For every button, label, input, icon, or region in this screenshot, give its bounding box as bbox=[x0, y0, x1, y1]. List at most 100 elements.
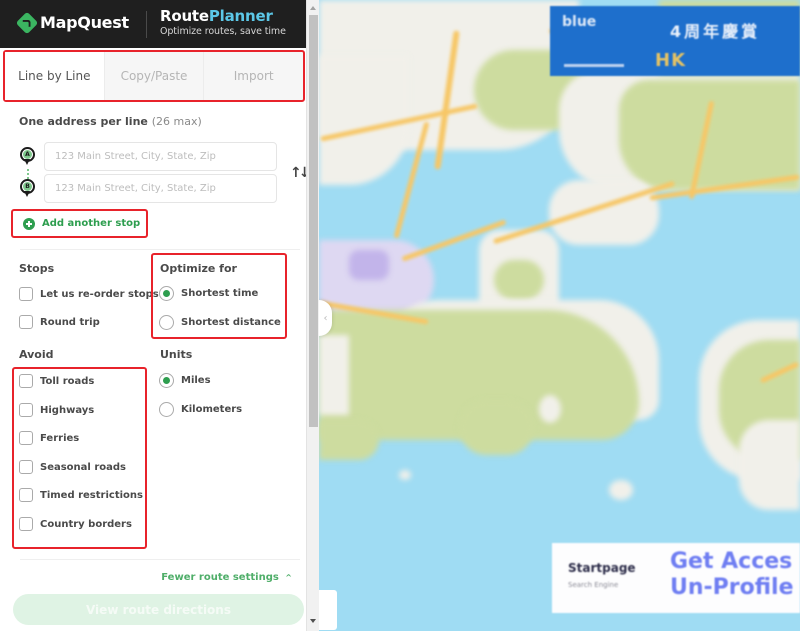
reorder-stops-option[interactable]: Let us re-order stops bbox=[19, 287, 159, 301]
advertisement-banner-bottom[interactable]: Startpage Search Engine Get Acces Un-Pro… bbox=[552, 543, 800, 613]
stops-heading: Stops bbox=[19, 262, 55, 275]
section-divider bbox=[20, 249, 300, 250]
ad-bottom-brand-sub: Search Engine bbox=[568, 581, 619, 589]
kilometers-radio[interactable] bbox=[159, 402, 174, 417]
tagline: Optimize routes, save time bbox=[160, 26, 286, 37]
stop-row-a: A 123 Main Street, City, State, Zip bbox=[20, 142, 277, 171]
route-planner-title-block: RoutePlanner Optimize routes, save time bbox=[160, 8, 286, 38]
toll-roads-label: Toll roads bbox=[40, 375, 95, 387]
round-trip-label: Round trip bbox=[40, 316, 100, 328]
product-title: RoutePlanner bbox=[160, 8, 286, 25]
swap-vertical-icon[interactable]: ↑↓ bbox=[290, 165, 306, 181]
ad-bottom-cta: Get Acces Un-Profile bbox=[670, 549, 794, 601]
round-trip-option[interactable]: Round trip bbox=[19, 315, 100, 329]
input-mode-tabs: Line by Line Copy/Paste Import bbox=[3, 50, 305, 102]
units-kilometers-option[interactable]: Kilometers bbox=[159, 402, 242, 417]
product-title-route: Route bbox=[160, 7, 209, 25]
map-control-button[interactable] bbox=[319, 590, 337, 630]
ad-bottom-brand: Startpage bbox=[568, 561, 636, 575]
shortest-distance-label: Shortest distance bbox=[181, 317, 281, 328]
scrollbar-thumb[interactable] bbox=[309, 15, 318, 427]
map-park bbox=[494, 260, 544, 300]
shortest-time-label: Shortest time bbox=[181, 288, 259, 299]
ad-top-headline: 4周年慶賞 bbox=[670, 22, 761, 41]
map-land bbox=[319, 335, 349, 415]
ad-top-underline bbox=[564, 64, 624, 67]
optimize-heading: Optimize for bbox=[160, 262, 237, 275]
map-island bbox=[609, 480, 633, 500]
advertisement-banner-top[interactable]: blue 4周年慶賞 HK bbox=[550, 6, 800, 76]
seasonal-roads-label: Seasonal roads bbox=[40, 461, 126, 473]
highways-label: Highways bbox=[40, 404, 95, 416]
country-borders-checkbox[interactable] bbox=[19, 517, 33, 531]
seasonal-roads-checkbox[interactable] bbox=[19, 460, 33, 474]
avoid-ferries-option[interactable]: Ferries bbox=[19, 431, 79, 445]
map-island bbox=[539, 395, 561, 423]
map-land bbox=[739, 420, 800, 510]
ad-bottom-cta-line1: Get Acces bbox=[670, 549, 793, 574]
stop-row-b: B 123 Main Street, City, State, Zip bbox=[20, 174, 277, 203]
map-island bbox=[399, 470, 411, 480]
fewer-route-settings-link[interactable]: Fewer route settings ^ bbox=[161, 572, 292, 583]
kilometers-label: Kilometers bbox=[181, 404, 243, 415]
units-miles-option[interactable]: Miles bbox=[159, 373, 211, 388]
country-borders-label: Country borders bbox=[40, 518, 132, 530]
address-heading: One address per line (26 max) bbox=[19, 115, 202, 128]
marker-a-letter: A bbox=[23, 150, 32, 159]
tab-line-by-line[interactable]: Line by Line bbox=[5, 52, 104, 100]
ferries-label: Ferries bbox=[40, 432, 80, 444]
timed-restrictions-checkbox[interactable] bbox=[19, 488, 33, 502]
tab-import[interactable]: Import bbox=[203, 52, 303, 100]
view-route-directions-button[interactable]: View route directions bbox=[13, 594, 304, 625]
miles-radio[interactable] bbox=[159, 373, 174, 388]
ferries-checkbox[interactable] bbox=[19, 431, 33, 445]
units-heading: Units bbox=[160, 348, 193, 361]
marker-b-icon: B bbox=[20, 179, 35, 198]
shortest-time-radio[interactable] bbox=[159, 286, 174, 301]
stop-b-address-input[interactable]: 123 Main Street, City, State, Zip bbox=[44, 174, 277, 203]
section-divider bbox=[20, 559, 300, 560]
address-limit-note: (26 max) bbox=[151, 115, 202, 128]
avoid-seasonal-roads-option[interactable]: Seasonal roads bbox=[19, 460, 126, 474]
map-airport-core bbox=[349, 250, 389, 280]
stop-a-address-input[interactable]: 123 Main Street, City, State, Zip bbox=[44, 142, 277, 171]
avoid-country-borders-option[interactable]: Country borders bbox=[19, 517, 132, 531]
sidebar-scrollbar[interactable] bbox=[306, 0, 319, 631]
add-another-stop-button[interactable]: Add another stop bbox=[11, 209, 148, 238]
map-park bbox=[319, 420, 379, 460]
timed-restrictions-label: Timed restrictions bbox=[40, 489, 143, 501]
plus-circle-icon bbox=[23, 217, 35, 230]
round-trip-checkbox[interactable] bbox=[19, 315, 33, 329]
mapquest-logo-icon bbox=[15, 11, 39, 34]
reorder-stops-label: Let us re-order stops bbox=[40, 288, 159, 300]
map-park bbox=[619, 80, 800, 190]
address-heading-text: One address per line bbox=[19, 115, 148, 128]
miles-label: Miles bbox=[181, 375, 211, 386]
reorder-stops-checkbox[interactable] bbox=[19, 287, 33, 301]
mapquest-logo[interactable]: MapQuest bbox=[15, 11, 129, 34]
product-title-planner: Planner bbox=[208, 7, 273, 25]
chevron-up-icon: ^ bbox=[285, 573, 292, 582]
marker-a-icon: A bbox=[20, 147, 35, 166]
ad-bottom-cta-line2: Un-Profile bbox=[670, 575, 794, 600]
add-another-stop-label: Add another stop bbox=[42, 218, 141, 229]
scroll-up-arrow-icon[interactable] bbox=[310, 6, 316, 10]
shortest-distance-option[interactable]: Shortest distance bbox=[159, 315, 281, 330]
header-divider bbox=[146, 11, 147, 38]
shortest-distance-radio[interactable] bbox=[159, 315, 174, 330]
avoid-highways-option[interactable]: Highways bbox=[19, 403, 94, 417]
avoid-heading: Avoid bbox=[19, 348, 54, 361]
ad-top-subline: HK bbox=[655, 50, 687, 71]
marker-b-letter: B bbox=[23, 182, 32, 191]
highways-checkbox[interactable] bbox=[19, 403, 33, 417]
shortest-time-option[interactable]: Shortest time bbox=[159, 286, 258, 301]
scroll-down-arrow-icon[interactable] bbox=[310, 619, 316, 623]
tab-copy-paste[interactable]: Copy/Paste bbox=[103, 52, 204, 100]
app-header: MapQuest RoutePlanner Optimize routes, s… bbox=[0, 0, 306, 48]
map-park bbox=[459, 400, 534, 455]
toll-roads-checkbox[interactable] bbox=[19, 374, 33, 388]
map-view[interactable]: ‹ blue 4周年慶賞 HK Startpage Search Engine … bbox=[319, 0, 800, 631]
fewer-route-settings-label: Fewer route settings bbox=[161, 572, 279, 583]
avoid-timed-restrictions-option[interactable]: Timed restrictions bbox=[19, 488, 143, 502]
avoid-toll-roads-option[interactable]: Toll roads bbox=[19, 374, 94, 388]
